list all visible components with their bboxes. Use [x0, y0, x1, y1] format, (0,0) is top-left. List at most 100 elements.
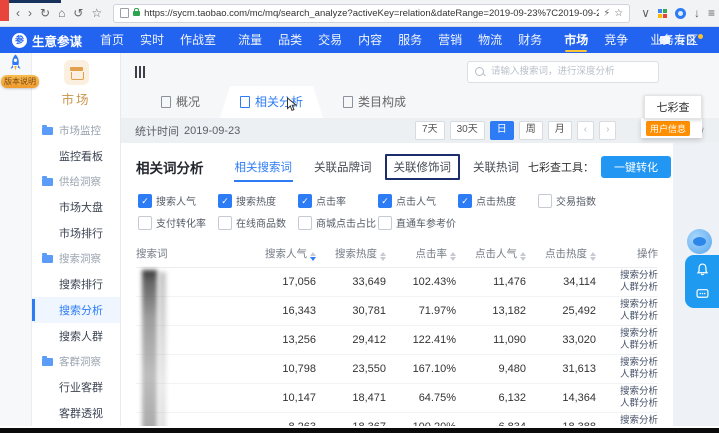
metric-点击热度[interactable]: ✓点击热度: [458, 193, 528, 208]
bookmark-icon[interactable]: ☆: [91, 7, 102, 19]
history-icon[interactable]: ↺: [73, 7, 83, 19]
version-badge[interactable]: 版本说明: [1, 75, 39, 88]
header-点击人气[interactable]: 点击人气: [456, 246, 526, 261]
action-link-人群分析[interactable]: 人群分析: [596, 369, 658, 381]
sidebar-item-搜索分析[interactable]: 搜索分析: [32, 297, 120, 323]
action-link-搜索分析[interactable]: 搜索分析: [596, 415, 658, 426]
header-点击率[interactable]: 点击率: [386, 246, 456, 261]
metric-交易指数[interactable]: 交易指数: [538, 193, 608, 208]
sidebar-item-市场大盘[interactable]: 市场大盘: [32, 194, 120, 220]
metric-点击人气[interactable]: ✓点击人气: [378, 193, 448, 208]
back-icon[interactable]: ‹: [16, 7, 20, 19]
nav-item-2[interactable]: 作战室: [172, 27, 224, 53]
menu-icon[interactable]: ≡: [708, 7, 715, 19]
favorite-star-icon[interactable]: ☆: [614, 8, 623, 19]
nav-item-5[interactable]: 交易: [310, 27, 350, 53]
checkbox-unchecked[interactable]: [378, 216, 392, 230]
sidebar-group-2[interactable]: 搜索洞察: [32, 246, 120, 271]
metric-搜索热度[interactable]: ✓搜索热度: [218, 193, 288, 208]
nav-item-9[interactable]: 物流: [470, 27, 510, 53]
checkbox-checked[interactable]: ✓: [298, 194, 312, 208]
stats-date[interactable]: 2019-09-23: [184, 125, 240, 137]
nav-item-11[interactable]: 市场: [556, 27, 596, 53]
checkbox-checked[interactable]: ✓: [138, 194, 152, 208]
section-tab-关联修饰词[interactable]: 关联修饰词: [385, 154, 461, 180]
prev-page-button[interactable]: ‹: [577, 121, 594, 140]
period-button-月[interactable]: 月: [548, 121, 572, 140]
checkbox-checked[interactable]: ✓: [378, 194, 392, 208]
nav-item-6[interactable]: 内容: [350, 27, 390, 53]
section-tab-相关搜索词[interactable]: 相关搜索词: [226, 155, 302, 179]
period-button-周[interactable]: 周: [519, 121, 543, 140]
nav-item-8[interactable]: 营销: [430, 27, 470, 53]
metric-在线商品数[interactable]: 在线商品数: [218, 215, 288, 230]
action-link-搜索分析[interactable]: 搜索分析: [596, 270, 658, 282]
action-link-搜索分析[interactable]: 搜索分析: [596, 328, 658, 340]
nav-item-1[interactable]: 实时: [132, 27, 172, 53]
checkbox-unchecked[interactable]: [218, 216, 232, 230]
nav-item-13[interactable]: 业务专区: [642, 27, 706, 53]
header-搜索人气[interactable]: 搜索人气: [246, 246, 316, 261]
metric-点击率[interactable]: ✓点击率: [298, 193, 368, 208]
sidebar-item-行业客群[interactable]: 行业客群: [32, 374, 120, 400]
checkbox-checked[interactable]: ✓: [218, 194, 232, 208]
apps-grid-icon[interactable]: [658, 9, 667, 18]
assistant-mascot-icon[interactable]: [687, 229, 712, 254]
home-icon[interactable]: ⌂: [58, 7, 65, 19]
tab-概况[interactable]: 概况: [141, 86, 220, 118]
period-button-日[interactable]: 日: [490, 121, 514, 140]
checkbox-unchecked[interactable]: [538, 194, 552, 208]
nav-item-12[interactable]: 竞争: [596, 27, 636, 53]
sidebar-item-客群透视[interactable]: 客群透视: [32, 400, 120, 426]
action-link-搜索分析[interactable]: 搜索分析: [596, 357, 658, 369]
tab-类目构成[interactable]: 类目构成: [323, 86, 426, 118]
checkbox-unchecked[interactable]: [138, 216, 152, 230]
keyword-search-box[interactable]: [467, 61, 659, 83]
range-button-7天[interactable]: 7天: [415, 121, 445, 140]
sidebar-item-监控看板[interactable]: 监控看板: [32, 143, 120, 169]
checkbox-unchecked[interactable]: [298, 216, 312, 230]
nav-item-10[interactable]: 财务: [510, 27, 550, 53]
action-link-人群分析[interactable]: 人群分析: [596, 340, 658, 352]
action-link-人群分析[interactable]: 人群分析: [596, 398, 658, 410]
action-link-人群分析[interactable]: 人群分析: [596, 282, 658, 294]
nav-item-3[interactable]: 流量: [230, 27, 270, 53]
qicai-menu-item[interactable]: 七彩查: [644, 95, 702, 119]
bolt-icon[interactable]: ⚡: [603, 8, 610, 19]
range-button-30天[interactable]: 30天: [450, 121, 485, 140]
metric-商城点击占比[interactable]: 商城点击占比: [298, 215, 368, 230]
metric-直通车参考价[interactable]: 直通车参考价: [378, 215, 448, 230]
metric-支付转化率[interactable]: 支付转化率: [138, 215, 208, 230]
section-tab-关联热词[interactable]: 关联热词: [464, 155, 528, 179]
chat-icon[interactable]: [696, 288, 709, 300]
action-link-搜索分析[interactable]: 搜索分析: [596, 386, 658, 398]
section-tab-关联品牌词[interactable]: 关联品牌词: [305, 155, 381, 179]
reader-mode-icon[interactable]: [120, 8, 129, 18]
download-icon[interactable]: ↓: [694, 7, 700, 19]
sidebar-group-3[interactable]: 客群洞察: [32, 349, 120, 374]
action-link-人群分析[interactable]: 人群分析: [596, 311, 658, 323]
nav-item-0[interactable]: 首页: [92, 27, 132, 53]
header-搜索热度[interactable]: 搜索热度: [316, 246, 386, 261]
checkbox-checked[interactable]: ✓: [458, 194, 472, 208]
nav-item-14[interactable]: 取数: [712, 27, 719, 53]
dropdown-caret-icon[interactable]: ∨: [641, 7, 650, 19]
tab-相关分析[interactable]: 相关分析: [220, 86, 323, 118]
refresh-icon[interactable]: ↻: [40, 7, 50, 19]
one-click-convert-button[interactable]: 一键转化: [601, 156, 671, 178]
bell-icon[interactable]: [696, 263, 709, 276]
user-info-chip[interactable]: 用户信息: [646, 121, 690, 136]
url-text[interactable]: https://sycm.taobao.com/mc/mq/search_ana…: [144, 8, 599, 19]
sidebar-item-市场排行[interactable]: 市场排行: [32, 220, 120, 246]
sidebar-group-1[interactable]: 供给洞察: [32, 169, 120, 194]
sidebar-item-搜索排行[interactable]: 搜索排行: [32, 271, 120, 297]
brand[interactable]: 参 生意参谋: [12, 31, 82, 50]
metric-搜索人气[interactable]: ✓搜索人气: [138, 193, 208, 208]
sidebar-group-0[interactable]: 市场监控: [32, 118, 120, 143]
address-bar[interactable]: https://sycm.taobao.com/mc/mq/search_ana…: [113, 4, 630, 23]
nav-item-4[interactable]: 品类: [270, 27, 310, 53]
search-input[interactable]: [489, 65, 651, 78]
action-link-搜索分析[interactable]: 搜索分析: [596, 299, 658, 311]
forward-icon[interactable]: ›: [28, 7, 32, 19]
header-点击热度[interactable]: 点击热度: [526, 246, 596, 261]
